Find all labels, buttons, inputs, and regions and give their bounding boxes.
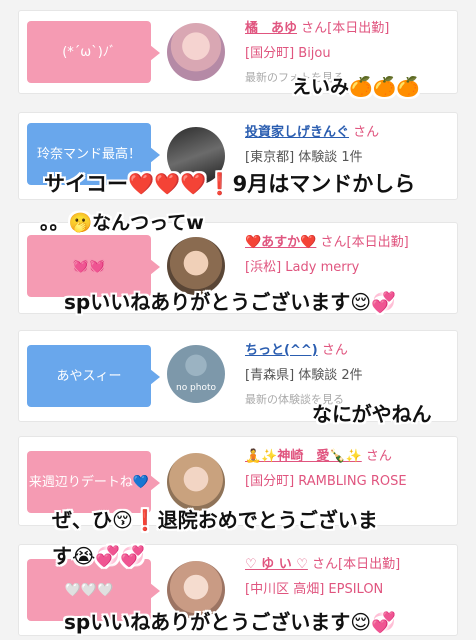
caption-overlay: す😭💞💞 [52,544,146,568]
shop-link[interactable]: [東京都] 体験談 1件 [245,146,455,165]
user-name[interactable]: ♡ ゆ い ♡ [245,557,308,572]
user-name[interactable]: 🧘✨神崎 愛🍾✨ [245,449,362,464]
shop-link[interactable]: [国分町] Bijou [245,42,455,61]
shop-link[interactable]: [国分町] RAMBLING ROSE [245,470,455,489]
caption-overlay: なにがやねん [312,402,432,426]
user-suffix: さん[本日出勤] [301,21,390,36]
avatar[interactable]: no photo [167,345,225,403]
user-suffix: さん[本日出勤] [320,235,409,250]
caption-overlay: 。。🫢なんつってw [40,212,204,234]
avatar[interactable] [167,23,225,81]
shop-link[interactable]: [青森県] 体験談 2件 [245,364,455,383]
user-name[interactable]: ちっと(^^) [245,343,318,358]
user-name[interactable]: 橘 あゆ [245,21,297,36]
no-photo-label: no photo [175,383,217,393]
shop-link[interactable]: [浜松] Lady merry [245,256,455,275]
caption-overlay: ぜ、ひ😚❗️退院おめでとうございま [52,508,378,532]
shop-link[interactable]: [中川区 高畑] EPSILON [245,578,455,597]
caption-overlay: サイコー❤️❤️❤️❗️9月はマンドかしら [44,172,416,196]
user-name[interactable]: 投資家しげきんぐ [245,125,349,140]
avatar[interactable] [167,453,225,511]
caption-overlay: spいいねありがとうございます😌💞 [64,290,396,314]
user-suffix: さん[本日出勤] [312,557,401,572]
user-name[interactable]: ❤️あすか❤️ [245,235,316,250]
caption-overlay: spいいねありがとうございます😌💞 [64,610,396,634]
user-suffix: さん [365,449,392,464]
caption-overlay: えいみ🍊🍊🍊 [292,76,420,98]
message-bubble: あやスィー [27,345,160,407]
user-suffix: さん [321,343,348,358]
user-suffix: さん [353,125,380,140]
message-bubble: (*´ω`)ﾉﾞ [27,21,160,83]
